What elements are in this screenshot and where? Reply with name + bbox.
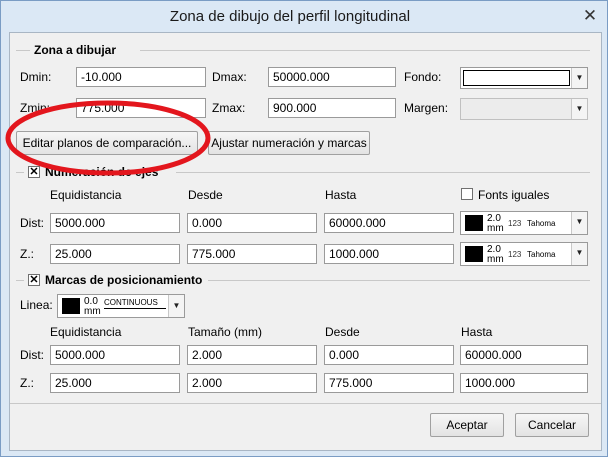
annotation-ellipse	[5, 100, 211, 176]
dialog-window: Zona de dibujo del perfil longitudinal ✕…	[0, 0, 608, 457]
